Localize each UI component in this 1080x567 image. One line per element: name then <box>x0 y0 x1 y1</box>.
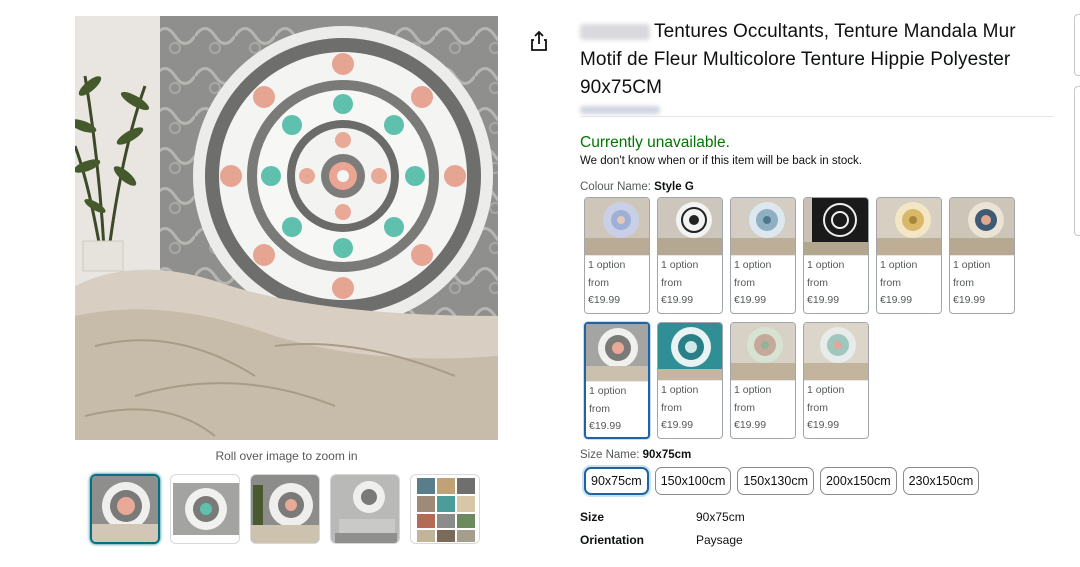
colour-swatch[interactable]: 1 option from €19.99 <box>584 197 650 314</box>
spec-value: Paysage <box>696 533 743 547</box>
colour-swatch[interactable]: 1 option from €19.99 <box>949 197 1015 314</box>
colour-swatches: 1 option from €19.99 1 option from €19.99 1 … <box>584 197 1060 439</box>
spec-table: Size 90x75cm Orientation Paysage <box>580 510 1060 556</box>
product-title: Tentures Occultants, Tenture Mandala Mur… <box>580 21 1016 98</box>
swatch-image <box>804 198 868 256</box>
side-panel-edge <box>1074 14 1080 76</box>
size-option-90x75[interactable]: 90x75cm <box>584 467 649 495</box>
size-selected: 90x75cm <box>642 449 692 461</box>
size-option-150x130[interactable]: 150x130cm <box>737 467 814 495</box>
size-option-150x100[interactable]: 150x100cm <box>654 467 732 495</box>
swatch-image <box>731 198 795 256</box>
colour-label: Colour Name: Style G <box>580 181 694 193</box>
colour-swatch[interactable]: 1 option from €19.99 <box>803 322 869 439</box>
zoom-hint: Roll over image to zoom in <box>215 449 358 463</box>
swatch-image <box>950 198 1014 256</box>
size-label: Size Name: 90x75cm <box>580 449 692 461</box>
colour-swatch[interactable]: 1 option from €19.99 <box>730 197 796 314</box>
divider <box>580 116 1054 117</box>
spec-key: Orientation <box>580 533 645 547</box>
size-option-200x150[interactable]: 200x150cm <box>819 467 897 495</box>
side-panel-edge <box>1074 86 1080 236</box>
spec-row: Size 90x75cm <box>580 510 1060 533</box>
availability-note: We don't know when or if this item will … <box>580 155 862 167</box>
brand-redacted <box>580 23 650 40</box>
thumbnail-5[interactable] <box>410 474 480 544</box>
product-details: Tentures Occultants, Tenture Mandala Mur… <box>580 18 1060 556</box>
spec-row: Orientation Paysage <box>580 533 1060 556</box>
thumbnail-2[interactable] <box>170 474 240 544</box>
main-product-image[interactable] <box>75 16 498 440</box>
store-link-redacted[interactable] <box>580 106 660 114</box>
colour-swatch[interactable]: 1 option from €19.99 <box>730 322 796 439</box>
thumbnail-4[interactable] <box>330 474 400 544</box>
colour-swatch[interactable]: 1 option from €19.99 <box>876 197 942 314</box>
spec-key: Size <box>580 510 605 524</box>
swatch-image <box>804 323 868 381</box>
swatch-image <box>585 198 649 256</box>
size-options: 90x75cm 150x100cm 150x130cm 200x150cm 23… <box>584 467 1060 495</box>
share-icon[interactable] <box>529 30 549 52</box>
thumbnail-strip <box>90 474 480 544</box>
colour-swatch[interactable]: 1 option from €19.99 <box>657 322 723 439</box>
swatch-image <box>658 198 722 256</box>
colour-selected: Style G <box>654 181 694 193</box>
colour-swatch[interactable]: 1 option from €19.99 <box>803 197 869 314</box>
thumbnail-1[interactable] <box>90 474 160 544</box>
thumbnail-3[interactable] <box>250 474 320 544</box>
swatch-image <box>877 198 941 256</box>
availability-status: Currently unavailable. <box>580 134 730 151</box>
colour-swatch-selected[interactable]: 1 option from €19.99 <box>584 322 650 439</box>
size-option-230x150[interactable]: 230x150cm <box>902 467 980 495</box>
swatch-image <box>658 323 722 381</box>
swatch-image <box>586 324 648 382</box>
swatch-image <box>731 323 795 381</box>
spec-value: 90x75cm <box>696 510 745 524</box>
colour-swatch[interactable]: 1 option from €19.99 <box>657 197 723 314</box>
